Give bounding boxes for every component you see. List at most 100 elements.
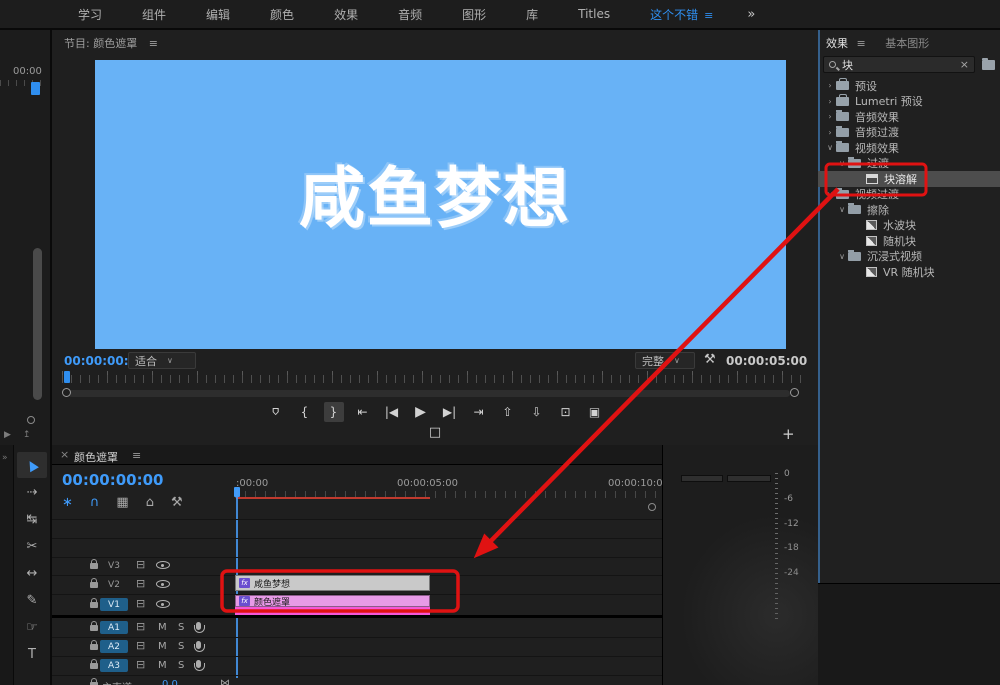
panel-menu-icon[interactable]: ≡ — [149, 37, 158, 50]
workspace-tab-图形[interactable]: 图形 — [442, 6, 506, 23]
lock-icon[interactable] — [90, 644, 98, 650]
panel-menu-icon[interactable]: ≡ — [857, 37, 866, 50]
step-back-icon[interactable]: |◀ — [382, 402, 402, 422]
panel-menu-icon[interactable]: ≡ — [132, 449, 141, 462]
chevron-right-icon[interactable]: » — [2, 453, 8, 463]
search-clear-icon[interactable]: × — [960, 58, 969, 71]
mute-button[interactable]: M — [158, 622, 167, 633]
effects-tree-item-0[interactable]: ›预设 — [818, 78, 1000, 94]
track-visibility-eye-icon[interactable] — [156, 580, 170, 588]
razor-tool[interactable]: ✂ — [17, 533, 47, 559]
workspace-tab-颜色[interactable]: 颜色 — [250, 6, 314, 23]
expander-icon[interactable]: ∨ — [836, 159, 848, 168]
step-forward-icon[interactable]: ▶| — [440, 402, 460, 422]
effects-tree-item-7[interactable]: ∨视频过渡 — [818, 187, 1000, 203]
source-playhead[interactable] — [31, 82, 40, 95]
track-badge-A1[interactable]: A1 — [100, 621, 128, 634]
add-marker-icon[interactable]: ⌂ — [266, 402, 286, 422]
timeline-scroll-knob[interactable] — [648, 503, 656, 511]
close-icon[interactable]: × — [60, 448, 69, 461]
add-marker-icon[interactable]: ⌂ — [146, 495, 154, 510]
insert-nest-sequence-icon[interactable]: ∗ — [62, 495, 73, 510]
track-badge-V3[interactable]: V3 — [100, 559, 128, 572]
workspace-tab-音频[interactable]: 音频 — [378, 6, 442, 23]
effects-tree-item-3[interactable]: ›音频过渡 — [818, 125, 1000, 141]
track-badge-V2[interactable]: V2 — [100, 578, 128, 591]
master-gain-value[interactable]: 0.0 — [162, 679, 178, 685]
extract-icon[interactable]: ⇩ — [527, 402, 547, 422]
hand-tool[interactable]: ☞ — [17, 614, 47, 640]
lock-icon[interactable] — [90, 625, 98, 631]
track-badge-A3[interactable]: A3 — [100, 659, 128, 672]
ripple-edit-tool[interactable]: ↹ — [17, 506, 47, 532]
zoom-scroll-knob-left[interactable] — [62, 388, 71, 397]
program-zoom-scrollbar[interactable] — [68, 390, 790, 397]
solo-button[interactable]: S — [178, 622, 184, 633]
timeline-tab-title[interactable]: 颜色遮罩 — [74, 449, 118, 465]
expander-icon[interactable]: ∨ — [836, 205, 848, 214]
lock-icon[interactable] — [90, 563, 98, 569]
track-visibility-eye-icon[interactable] — [156, 561, 170, 569]
pen-tool[interactable]: ✎ — [17, 587, 47, 613]
program-ruler[interactable] — [62, 375, 802, 383]
effects-search-input[interactable]: 块 × — [823, 56, 975, 73]
effects-tree-item-10[interactable]: 随机块 — [818, 233, 1000, 249]
source-scroll-knob[interactable] — [27, 416, 35, 424]
go-to-out-icon[interactable]: ⇥ — [469, 402, 489, 422]
program-panel-title[interactable]: 节目: 颜色遮罩 ≡ — [64, 35, 158, 51]
playback-resolution-dropdown[interactable]: 完整 ∨ — [635, 352, 695, 369]
selection-tool[interactable]: ▶ — [17, 452, 47, 478]
source-routing-icon[interactable]: ⊟ — [136, 597, 145, 610]
track-select-forward-tool[interactable]: ⇢ — [17, 479, 47, 505]
effects-tree-item-6[interactable]: 块溶解 — [818, 171, 1000, 187]
new-custom-bin-icon[interactable] — [982, 60, 995, 70]
effects-tree-item-12[interactable]: VR 随机块 — [818, 264, 1000, 280]
lock-icon[interactable] — [90, 582, 98, 588]
expander-icon[interactable]: › — [824, 81, 836, 90]
mark-in-icon[interactable]: { — [295, 402, 315, 422]
mute-button[interactable]: M — [158, 660, 167, 671]
lock-icon[interactable] — [90, 602, 98, 608]
effects-tree-item-5[interactable]: ∨过渡 — [818, 156, 1000, 172]
go-to-in-icon[interactable]: ⇤ — [353, 402, 373, 422]
source-routing-icon[interactable]: ⊟ — [136, 577, 145, 590]
clip-color-matte-strip[interactable] — [235, 607, 430, 615]
effects-tree-item-1[interactable]: ›Lumetri 预设 — [818, 94, 1000, 110]
mute-button[interactable]: M — [158, 641, 167, 652]
source-routing-icon[interactable]: ⊟ — [136, 558, 145, 571]
tab-effects[interactable]: 效果 — [826, 37, 848, 50]
expander-icon[interactable]: ∨ — [824, 143, 836, 152]
program-playhead[interactable] — [64, 371, 70, 383]
mic-icon[interactable] — [196, 660, 201, 668]
source-scrollbar[interactable] — [33, 248, 42, 400]
effects-tree-item-9[interactable]: 水波块 — [818, 218, 1000, 234]
workspace-tab-组件[interactable]: 组件 — [122, 6, 186, 23]
track-badge-A2[interactable]: A2 — [100, 640, 128, 653]
workspace-tab-库[interactable]: 库 — [506, 6, 558, 23]
solo-button[interactable]: S — [178, 660, 184, 671]
expander-icon[interactable]: › — [824, 128, 836, 137]
timeline-settings-icon[interactable]: ⚒ — [171, 495, 183, 510]
button-editor-add-button[interactable]: + — [782, 425, 795, 443]
slip-tool[interactable]: ↔ — [17, 560, 47, 586]
clip-color-matte[interactable]: fx颜色遮罩 — [235, 595, 430, 607]
lift-icon[interactable]: ⇧ — [498, 402, 518, 422]
track-badge-V1[interactable]: V1 — [100, 598, 128, 611]
effects-tree-item-2[interactable]: ›音频效果 — [818, 109, 1000, 125]
source-routing-icon[interactable]: ⊟ — [136, 620, 145, 633]
expander-icon[interactable]: ∨ — [836, 252, 848, 261]
clip-video-title[interactable]: fx咸鱼梦想 — [235, 575, 430, 591]
workspace-overflow-icon[interactable]: » — [747, 7, 755, 22]
snap-icon[interactable]: ∩ — [90, 495, 100, 510]
linked-selection-icon[interactable]: ▦ — [116, 495, 128, 510]
monitor-settings-wrench-icon[interactable]: ⚒ — [704, 352, 716, 367]
workspace-tab-Titles[interactable]: Titles — [558, 7, 630, 21]
workspace-tab-menu-icon[interactable]: ≡ — [704, 9, 713, 22]
expander-icon[interactable]: › — [824, 97, 836, 106]
play-icon[interactable]: ▶ — [411, 402, 431, 422]
fit-bowtie-icon[interactable]: ⋈ — [220, 678, 230, 685]
workspace-tab-学习[interactable]: 学习 — [58, 6, 122, 23]
workspace-tab-效果[interactable]: 效果 — [314, 6, 378, 23]
export-frame-icon[interactable]: ⊡ — [556, 402, 576, 422]
export-icon[interactable]: ↥ — [23, 430, 31, 440]
